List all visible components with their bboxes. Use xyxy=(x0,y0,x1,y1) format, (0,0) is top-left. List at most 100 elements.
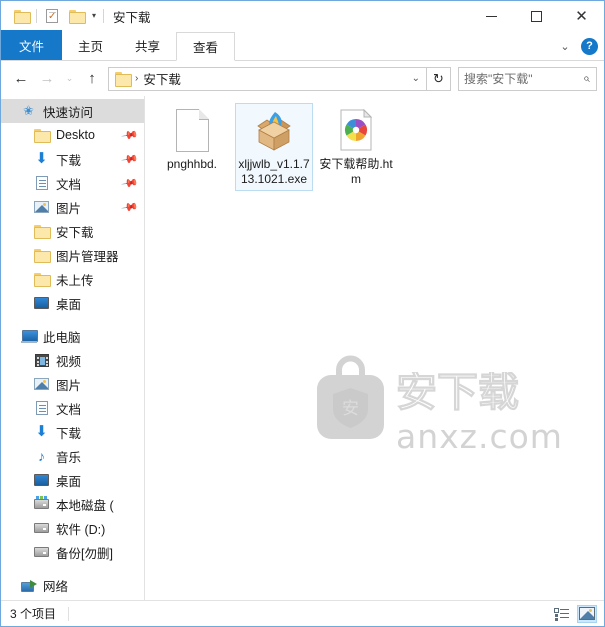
sidebar-item-pictures-qa[interactable]: 图片 📌 xyxy=(1,195,144,219)
breadcrumb-current[interactable]: 安下载 xyxy=(143,69,181,88)
sidebar-item-label: 下载 xyxy=(56,153,82,168)
status-bar: 3 个项目 xyxy=(1,600,604,626)
chevron-down-icon[interactable]: ⌄ xyxy=(557,38,573,54)
folder-icon xyxy=(33,127,51,144)
up-button[interactable]: ↑ xyxy=(79,66,105,92)
sidebar-item-desktop-qa2[interactable]: 桌面 xyxy=(1,291,144,315)
sidebar-item-downloads-qa[interactable]: ⬇ 下载 📌 xyxy=(1,147,144,171)
sidebar-item-label: 桌面 xyxy=(56,474,82,489)
pin-icon: 📌 xyxy=(120,150,139,169)
sidebar-item-downloads[interactable]: ⬇ 下载 xyxy=(1,420,144,444)
sidebar-item-label: 网络 xyxy=(43,579,69,594)
pin-star-icon: ✬ xyxy=(23,103,34,118)
sidebar-item-pictures[interactable]: 图片 xyxy=(1,372,144,396)
folder-icon xyxy=(33,271,51,288)
tab-home[interactable]: 主页 xyxy=(62,30,119,60)
file-item[interactable]: xljjwlb_v1.1.713.1021.exe xyxy=(235,103,313,191)
navigation-pane[interactable]: ✬ 快速访问 Deskto 📌 ⬇ 下载 📌 文档 📌 图片 📌 安下载 图片管… xyxy=(1,96,145,600)
sidebar-item-label: 图片管理器 xyxy=(56,249,119,264)
sidebar-item-label: 备份[勿删] xyxy=(56,546,113,561)
status-divider xyxy=(68,606,70,621)
search-placeholder: 搜索"安下载" xyxy=(464,72,533,86)
file-item[interactable]: pnghhbd. xyxy=(153,103,231,191)
sidebar-item-label: 音乐 xyxy=(56,450,82,465)
toolbar-divider xyxy=(36,9,37,23)
sidebar-item-documents-qa[interactable]: 文档 📌 xyxy=(1,171,144,195)
folder-icon xyxy=(33,247,51,264)
sidebar-item-not-uploaded[interactable]: 未上传 xyxy=(1,267,144,291)
system-drive-icon xyxy=(33,496,50,513)
sidebar-item-anxiazai[interactable]: 安下载 xyxy=(1,219,144,243)
sidebar-item-label: Deskto xyxy=(56,128,95,142)
sidebar-item-label: 下载 xyxy=(56,426,82,441)
help-icon[interactable]: ? xyxy=(581,37,598,55)
sidebar-item-label: 快速访问 xyxy=(43,105,94,120)
close-button[interactable]: ✕ xyxy=(559,1,604,31)
sidebar-item-this-pc[interactable]: 此电脑 xyxy=(1,324,144,348)
downloads-icon: ⬇ xyxy=(35,150,48,167)
tab-file[interactable]: 文件 xyxy=(1,30,63,60)
minimize-button[interactable] xyxy=(469,1,514,31)
recent-locations-icon[interactable]: ⌄ xyxy=(60,66,79,92)
tab-view[interactable]: 查看 xyxy=(176,32,236,61)
refresh-button[interactable]: ↻ xyxy=(427,66,451,91)
forward-button[interactable]: → xyxy=(34,66,60,92)
file-name-label: pnghhbd. xyxy=(166,157,218,171)
search-input[interactable]: 搜索"安下载" ⌕ xyxy=(458,66,597,91)
sidebar-item-desktop[interactable]: 桌面 xyxy=(1,468,144,492)
file-explorer-window: ✓ ▾ 安下载 ✕ 文件 主页 共享 查看 ⌄ ? ← → ⌄ ↑ › 安下载 … xyxy=(0,0,605,627)
breadcrumb-separator: › xyxy=(135,73,139,84)
sidebar-item-documents[interactable]: 文档 xyxy=(1,396,144,420)
sidebar-item-drive-d[interactable]: 软件 (D:) xyxy=(1,516,144,540)
sidebar-item-quick-access[interactable]: ✬ 快速访问 xyxy=(1,99,144,123)
sidebar-item-backup-drive[interactable]: 备份[勿删] xyxy=(1,540,144,564)
new-folder-icon[interactable] xyxy=(64,5,88,27)
drive-icon xyxy=(33,544,50,561)
large-icons-view-button[interactable] xyxy=(577,604,597,623)
sidebar-item-music[interactable]: ♪ 音乐 xyxy=(1,444,144,468)
sidebar-item-image-manager[interactable]: 图片管理器 xyxy=(1,243,144,267)
sidebar-item-network[interactable]: 网络 xyxy=(1,573,144,597)
sidebar-item-label: 未上传 xyxy=(56,273,94,288)
toolbar-divider xyxy=(103,9,105,23)
file-list-pane[interactable]: pnghhbd. xljjwlb_v1.1.713.1021.exe 安下载帮助… xyxy=(145,96,604,600)
window-title: 安下载 xyxy=(113,10,151,25)
maximize-button[interactable] xyxy=(514,1,559,31)
this-pc-icon xyxy=(20,328,38,345)
watermark-brand-label: 安下载 xyxy=(396,372,519,416)
documents-icon xyxy=(33,175,50,192)
breadcrumb-bar[interactable]: › 安下载 ⌄ xyxy=(108,66,427,91)
network-icon xyxy=(20,577,37,594)
chevron-down-icon[interactable]: ⌄ xyxy=(412,73,420,84)
sidebar-item-label: 文档 xyxy=(56,177,82,192)
details-view-button[interactable] xyxy=(551,605,571,623)
sidebar-item-videos[interactable]: 视频 xyxy=(1,348,144,372)
installer-box-icon xyxy=(249,107,299,153)
watermark-logo-icon: 安 xyxy=(313,354,388,442)
music-icon: ♪ xyxy=(38,448,45,464)
properties-icon[interactable]: ✓ xyxy=(40,5,64,27)
file-item[interactable]: 安下载帮助.htm xyxy=(317,103,395,191)
watermark-brand-icon: 安下载 xyxy=(395,367,520,417)
back-button[interactable]: ← xyxy=(8,66,34,92)
title-bar: ✓ ▾ 安下载 ✕ xyxy=(1,1,604,31)
ribbon-controls: ⌄ ? xyxy=(557,31,598,61)
sidebar-item-local-disk-c[interactable]: 本地磁盘 ( xyxy=(1,492,144,516)
pin-icon: 📌 xyxy=(120,174,139,193)
explorer-body: ✬ 快速访问 Deskto 📌 ⬇ 下载 📌 文档 📌 图片 📌 安下载 图片管… xyxy=(1,96,604,600)
chevron-down-icon[interactable]: ▾ xyxy=(88,12,100,20)
folder-icon xyxy=(115,72,132,87)
documents-icon xyxy=(33,400,50,417)
sidebar-item-label: 图片 xyxy=(56,378,82,393)
file-name-label: 安下载帮助.htm xyxy=(319,157,393,186)
sidebar-item-desktop-qa[interactable]: Deskto 📌 xyxy=(1,123,144,147)
sidebar-item-label: 安下载 xyxy=(56,225,94,240)
watermark: 安 安下载 anxz.com xyxy=(313,354,584,456)
view-mode-buttons xyxy=(551,604,597,623)
pin-icon: 📌 xyxy=(120,126,139,145)
folder-icon xyxy=(33,223,51,240)
folder-icon[interactable] xyxy=(9,5,33,27)
ribbon-tab-bar: 文件 主页 共享 查看 ⌄ ? xyxy=(1,30,604,61)
tab-share[interactable]: 共享 xyxy=(119,30,176,60)
pictures-icon xyxy=(33,199,50,216)
